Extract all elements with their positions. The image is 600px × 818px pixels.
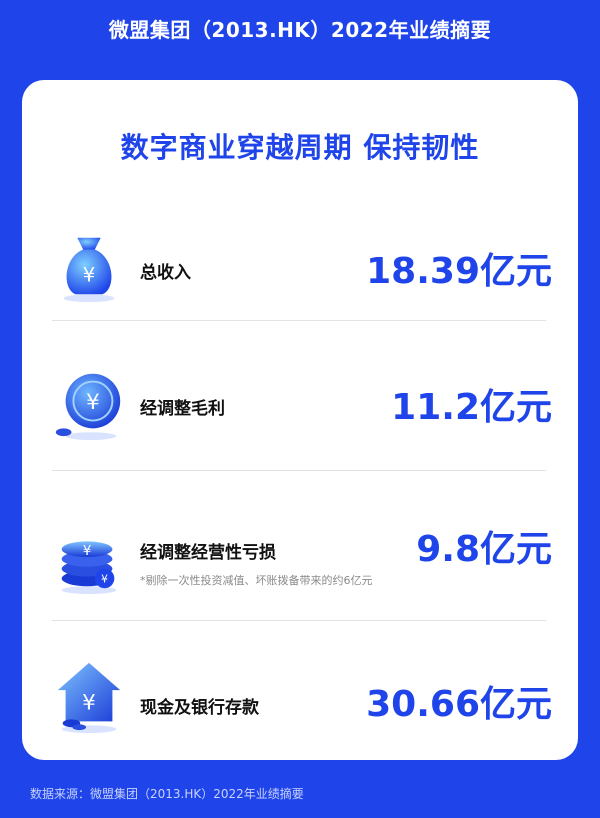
divider (52, 320, 546, 321)
metric-label: 经调整经营性亏损 (140, 543, 276, 563)
svg-text:¥: ¥ (86, 390, 100, 415)
house-icon: ¥ (57, 662, 121, 734)
svg-text:¥: ¥ (82, 691, 96, 716)
coin-stack-icon: ¥ ¥ (61, 541, 117, 595)
metric-row-gross-profit: ¥ 经调整毛利 11.2亿元 (22, 350, 578, 460)
money-bag-icon: ¥ (63, 237, 115, 303)
metric-row-operating-loss: ¥ ¥ 经调整经营性亏损 9.8亿元 *剔除一次性投资减值、坏账拨备带来的约6亿… (22, 500, 578, 610)
svg-text:¥: ¥ (83, 543, 92, 559)
metric-row-cash: ¥ 现金及银行存款 30.66亿元 (22, 645, 578, 755)
header-title: 微盟集团（2013.HK）2022年业绩摘要 (108, 18, 492, 42)
metric-row-revenue: ¥ 总收入 18.39亿元 (22, 220, 578, 320)
summary-card: 数字商业穿越周期 保持韧性 ¥ 总收入 18.39亿元 ¥ 经调整毛利 11.2… (22, 80, 578, 760)
divider (52, 470, 546, 471)
card-subtitle: 数字商业穿越周期 保持韧性 (120, 131, 480, 164)
metric-label: 经调整毛利 (140, 399, 225, 419)
metric-label: 现金及银行存款 (140, 698, 259, 718)
metric-value: 9.8亿元 (416, 529, 552, 570)
svg-text:¥: ¥ (101, 572, 108, 585)
metric-label: 总收入 (140, 263, 191, 283)
metric-value: 11.2亿元 (391, 387, 552, 428)
divider (52, 620, 546, 621)
metric-value: 30.66亿元 (366, 684, 552, 725)
footer-source: 数据来源：微盟集团（2013.HK）2022年业绩摘要 (30, 787, 304, 801)
metric-note: *剔除一次性投资减值、坏账拨备带来的约6亿元 (140, 574, 373, 587)
metric-value: 18.39亿元 (366, 251, 552, 292)
coin-icon: ¥ (55, 373, 121, 441)
svg-text:¥: ¥ (83, 264, 95, 287)
